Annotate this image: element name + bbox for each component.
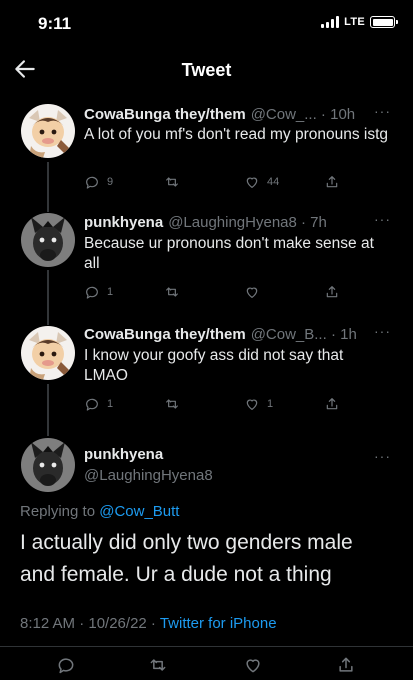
avatar[interactable] xyxy=(21,438,75,492)
reply-icon xyxy=(86,398,98,411)
tweet-header: punkhyena @LaughingHyena8 · 7h xyxy=(84,214,393,231)
reply-icon xyxy=(86,176,98,189)
reply-count: 9 xyxy=(107,176,114,188)
retweet-button[interactable] xyxy=(164,284,187,300)
retweet-button[interactable] xyxy=(148,655,168,675)
reply-icon xyxy=(58,658,74,674)
display-name[interactable]: CowaBunga they/them xyxy=(84,106,246,123)
reply-button[interactable]: 9 xyxy=(84,174,113,190)
handle: @LaughingHyena8 xyxy=(84,467,213,484)
status-time: 9:11 xyxy=(38,14,72,33)
reply-button[interactable]: 1 xyxy=(84,396,113,412)
handle-time: @Cow_... · 10h xyxy=(250,106,356,123)
tweet-actions: 9 44 xyxy=(84,174,344,192)
replying-handle[interactable]: @Cow_Butt xyxy=(99,503,179,520)
main-tweet-text: I actually did only two genders male and… xyxy=(20,531,353,586)
tweet-header: CowaBunga they/them @Cow_... · 10h xyxy=(84,106,393,123)
display-name[interactable]: punkhyena xyxy=(84,214,163,231)
reply-button[interactable] xyxy=(56,655,76,675)
share-button[interactable] xyxy=(324,396,340,412)
avatar[interactable] xyxy=(21,213,75,267)
share-icon xyxy=(326,176,338,188)
replying-to: Replying to @Cow_Butt xyxy=(20,503,179,520)
handle-time: @Cow_B... · 1h xyxy=(250,326,357,343)
reply-count: 1 xyxy=(107,286,114,298)
like-button[interactable] xyxy=(244,284,267,300)
share-icon xyxy=(326,398,338,410)
replying-label: Replying to xyxy=(20,503,96,520)
timestamp: 8:12 AM · 10/26/22 · Twitter for iPhone xyxy=(20,615,277,632)
battery-icon xyxy=(370,16,398,28)
like-count: 1 xyxy=(267,398,274,410)
main-author[interactable]: punkhyena @LaughingHyena8 xyxy=(84,446,213,484)
tweet-actions: 1 xyxy=(84,284,344,302)
share-button[interactable] xyxy=(324,284,340,300)
thread-tweet[interactable]: CowaBunga they/them @Cow_B... · 1h ··· I… xyxy=(0,322,413,422)
retweet-icon xyxy=(166,399,178,409)
share-button[interactable] xyxy=(324,174,340,190)
share-icon xyxy=(339,657,353,672)
avatar[interactable] xyxy=(21,104,75,158)
like-button[interactable]: 44 xyxy=(244,174,279,190)
network-label: LTE xyxy=(344,16,365,28)
display-name[interactable]: punkhyena xyxy=(84,446,213,463)
top-bar: Tweet xyxy=(0,52,413,88)
status-indicators: LTE xyxy=(321,16,398,28)
client-link[interactable]: Twitter for iPhone xyxy=(160,615,277,632)
signal-icon xyxy=(321,16,340,28)
more-icon[interactable]: ··· xyxy=(374,103,391,119)
tweet-text: I know your goofy ass did not say that L… xyxy=(84,347,344,384)
like-icon xyxy=(246,659,260,673)
timestamp-text: 8:12 AM · 10/26/22 · xyxy=(20,615,156,632)
like-icon xyxy=(246,399,258,410)
retweet-icon xyxy=(150,659,166,671)
more-icon[interactable]: ··· xyxy=(374,448,391,464)
reply-icon xyxy=(86,286,98,299)
main-tweet-actions xyxy=(0,646,413,676)
reply-button[interactable]: 1 xyxy=(84,284,113,300)
like-button[interactable]: 1 xyxy=(244,396,273,412)
avatar[interactable] xyxy=(21,326,75,380)
more-icon[interactable]: ··· xyxy=(374,323,391,339)
page-title: Tweet xyxy=(181,60,232,80)
tweet-actions: 1 1 xyxy=(84,396,344,414)
retweet-icon xyxy=(166,177,178,187)
tweet-header: CowaBunga they/them @Cow_B... · 1h xyxy=(84,326,393,343)
tweet-text: Because ur pronouns don't make sense at … xyxy=(84,235,374,272)
handle-time: @LaughingHyena8 · 7h xyxy=(168,214,327,231)
tweet-text: A lot of you mf's don't read my pronouns… xyxy=(84,126,389,143)
thread-tweet[interactable]: CowaBunga they/them @Cow_... · 10h ··· A… xyxy=(0,100,413,200)
thread-tweet[interactable]: punkhyena @LaughingHyena8 · 7h ··· Becau… xyxy=(0,210,413,310)
retweet-icon xyxy=(166,287,178,297)
retweet-button[interactable] xyxy=(164,396,187,412)
more-icon[interactable]: ··· xyxy=(374,211,391,227)
share-icon xyxy=(326,286,338,298)
like-icon xyxy=(246,287,258,298)
like-count: 44 xyxy=(267,176,280,188)
status-bar: 9:11 LTE xyxy=(0,0,413,48)
like-icon xyxy=(246,177,258,188)
reply-count: 1 xyxy=(107,398,114,410)
display-name[interactable]: CowaBunga they/them xyxy=(84,326,246,343)
retweet-button[interactable] xyxy=(164,174,187,190)
like-button[interactable] xyxy=(243,655,263,675)
share-button[interactable] xyxy=(336,655,356,675)
